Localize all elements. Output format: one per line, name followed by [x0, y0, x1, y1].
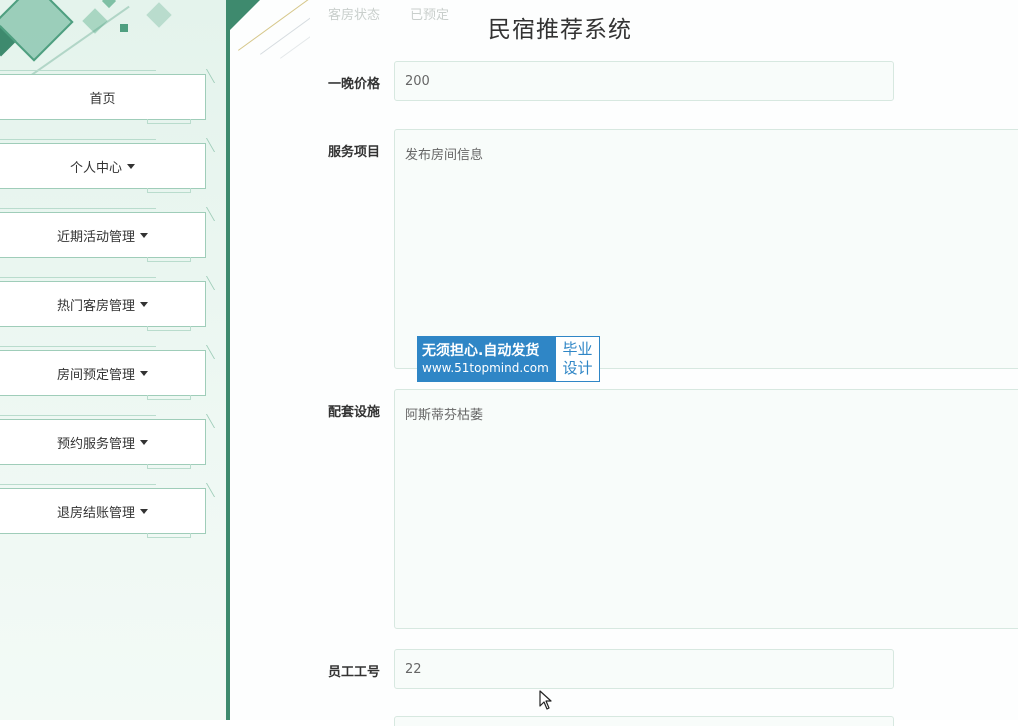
sidebar-item-label: 热门客房管理 — [56, 298, 135, 314]
sidebar-item-service-booking-management[interactable]: 预约服务管理 — [0, 414, 216, 469]
price-label: 一晚价格 — [328, 77, 381, 92]
sidebar-item-home[interactable]: 首页 — [0, 69, 216, 124]
decor-corner — [195, 207, 216, 221]
watermark-slogan: 无须担心.自动发货 — [422, 343, 540, 359]
sidebar-item-room-management[interactable]: 热门客房管理 — [0, 276, 216, 331]
decor-corner — [195, 483, 216, 497]
mouse-cursor-icon — [539, 690, 552, 710]
sidebar-item-label: 个人中心 — [69, 160, 122, 176]
caret-down-icon — [140, 508, 148, 514]
decor-corner — [195, 69, 216, 83]
caret-down-icon — [140, 439, 148, 445]
decor-triangle — [230, 0, 260, 30]
decor-corner — [195, 276, 216, 290]
service-textarea[interactable] — [394, 129, 1018, 369]
staff-id-label: 员工工号 — [328, 665, 381, 680]
sidebar-item-label: 预约服务管理 — [56, 436, 135, 452]
sidebar-item-checkout-management[interactable]: 退房结账管理 — [0, 483, 216, 538]
caret-down-icon — [140, 232, 148, 238]
price-input[interactable] — [394, 61, 894, 101]
facilities-label: 配套设施 — [328, 405, 381, 420]
sidebar-item-label: 首页 — [89, 91, 116, 107]
partial-field-room-status: 客房状态 已预定 — [328, 4, 449, 23]
facilities-textarea[interactable] — [394, 389, 1018, 629]
caret-down-icon — [140, 301, 148, 307]
decor-square — [120, 24, 128, 32]
sidebar-item-label: 近期活动管理 — [56, 229, 135, 245]
watermark-side-text: 毕业设计 — [556, 337, 599, 381]
sidebar: 首页 个人中心 近期活动管理 热门客房管理 房间预定管理 预约服务管理 退房结账… — [0, 0, 226, 720]
sidebar-item-activity-management[interactable]: 近期活动管理 — [0, 207, 216, 262]
watermark-main: 无须担心.自动发货 www.51topmind.com — [418, 337, 556, 381]
watermark-badge: 无须担心.自动发货 www.51topmind.com 毕业设计 — [417, 336, 600, 382]
field-value: 已预定 — [410, 8, 450, 23]
page-title: 民宿推荐系统 — [488, 17, 632, 43]
sidebar-item-label: 退房结账管理 — [56, 505, 135, 521]
caret-down-icon — [140, 370, 148, 376]
next-field-input[interactable] — [394, 716, 894, 726]
sidebar-item-booking-management[interactable]: 房间预定管理 — [0, 345, 216, 400]
corner-decoration — [230, 0, 310, 60]
sidebar-item-label: 房间预定管理 — [56, 367, 135, 383]
caret-down-icon — [127, 163, 135, 169]
service-label: 服务项目 — [328, 145, 381, 160]
decor-corner — [195, 138, 216, 152]
decor-corner — [195, 345, 216, 359]
sidebar-item-personal-center[interactable]: 个人中心 — [0, 138, 216, 193]
decor-corner — [195, 414, 216, 428]
field-label: 客房状态 — [328, 8, 381, 23]
main-content: 客房状态 已预定 民宿推荐系统 一晚价格 服务项目 无须担心.自动发货 www.5… — [230, 0, 1018, 726]
staff-id-input[interactable] — [394, 649, 894, 689]
decor-square — [101, 0, 117, 9]
watermark-url: www.51topmind.com — [422, 361, 549, 375]
decor-square — [146, 2, 172, 28]
